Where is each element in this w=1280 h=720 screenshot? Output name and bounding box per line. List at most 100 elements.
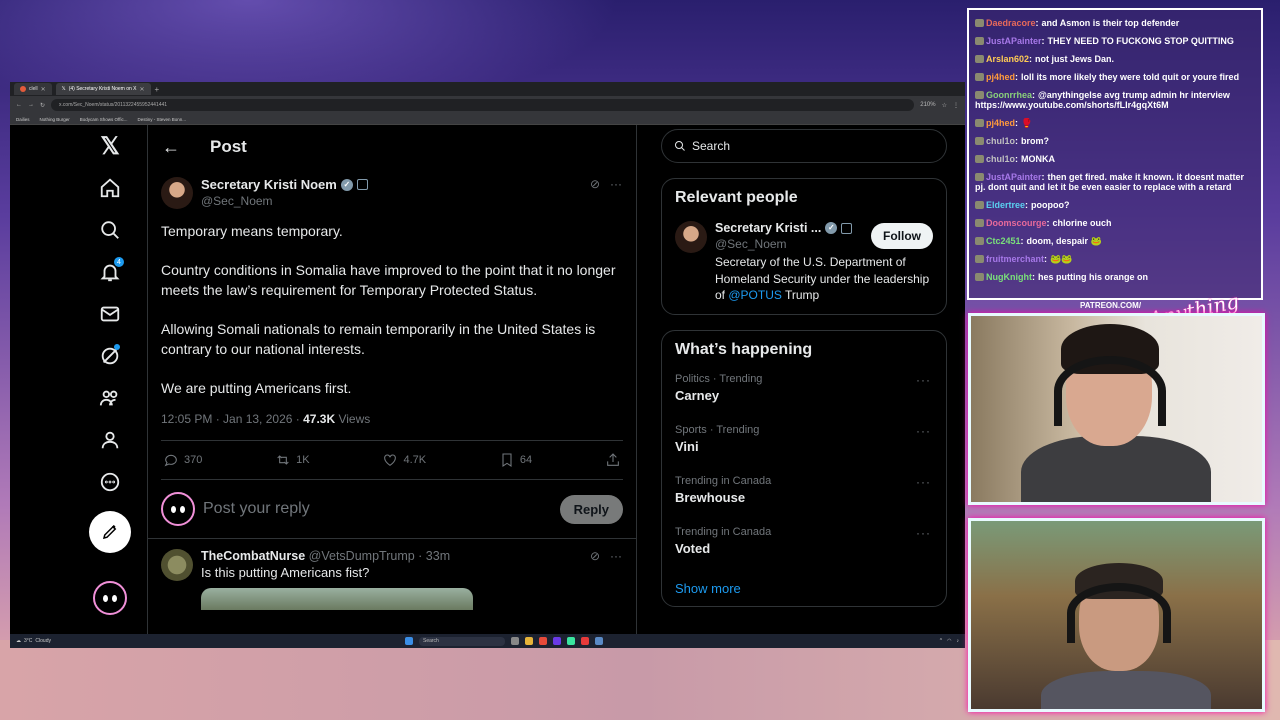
bookmark-item[interactable]: Dailies bbox=[16, 117, 30, 122]
trend-item[interactable]: Trending in Canada Brewhouse ··· bbox=[675, 475, 933, 526]
verified-badge-icon: ✓ bbox=[825, 222, 838, 234]
bookmark-button[interactable]: 64 bbox=[499, 452, 532, 468]
back-icon[interactable]: ← bbox=[16, 102, 22, 108]
explore-icon[interactable] bbox=[89, 209, 131, 251]
profile-icon[interactable] bbox=[89, 419, 131, 461]
chat-username[interactable]: Doomscourge bbox=[986, 218, 1047, 228]
reply-author-avatar[interactable] bbox=[161, 549, 193, 581]
more-options-icon[interactable]: ··· bbox=[610, 177, 622, 191]
app-icon[interactable] bbox=[567, 637, 575, 645]
tweet-time[interactable]: 12:05 PM · Jan 13, 2026 · bbox=[161, 412, 300, 426]
bookmark-item[interactable]: Bodycam Shows Offic... bbox=[80, 117, 128, 122]
chat-username[interactable]: Goonrrhea bbox=[986, 90, 1032, 100]
chat-username[interactable]: NugKnight bbox=[986, 272, 1032, 282]
chat-username[interactable]: Ctc2451 bbox=[986, 236, 1021, 246]
repost-button[interactable]: 1K bbox=[275, 452, 310, 468]
reply-input[interactable]: Post your reply bbox=[203, 500, 552, 518]
weather-widget[interactable]: ☁ 3°C Cloudy bbox=[16, 638, 51, 644]
grok-explain-icon[interactable]: ⊘ bbox=[590, 549, 600, 563]
app-icon[interactable] bbox=[553, 637, 561, 645]
chat-username[interactable]: JustAPainter bbox=[986, 172, 1042, 182]
author-name[interactable]: Secretary Kristi Noem bbox=[201, 177, 337, 192]
chat-badge-icon bbox=[975, 136, 984, 145]
browser-tab[interactable]: clell ✕ bbox=[14, 83, 52, 95]
start-icon[interactable] bbox=[405, 637, 413, 645]
zoom-level[interactable]: 210% bbox=[920, 102, 935, 108]
chat-message: chul1o: MONKA bbox=[975, 154, 1257, 165]
trend-more-icon[interactable]: ··· bbox=[916, 424, 931, 438]
potus-link[interactable]: @POTUS bbox=[728, 288, 782, 302]
x-logo-icon[interactable]: 𝕏 bbox=[89, 125, 131, 167]
star-icon[interactable]: ☆ bbox=[942, 102, 947, 109]
left-nav: 𝕏 4 bbox=[72, 125, 148, 634]
trend-more-icon[interactable]: ··· bbox=[916, 526, 931, 540]
wifi-icon[interactable]: ◠ bbox=[947, 638, 951, 644]
back-arrow-icon[interactable]: ← bbox=[162, 137, 180, 158]
trend-item[interactable]: Sports · Trending Vini ··· bbox=[675, 424, 933, 475]
grok-icon[interactable] bbox=[89, 335, 131, 377]
forward-icon[interactable]: → bbox=[28, 102, 34, 108]
share-button[interactable] bbox=[605, 452, 621, 468]
bookmark-item[interactable]: Nothing Burger bbox=[40, 117, 70, 122]
chat-username[interactable]: chul1o bbox=[986, 154, 1015, 164]
chat-badge-icon bbox=[975, 19, 984, 27]
account-avatar[interactable] bbox=[93, 581, 127, 615]
close-tab-icon[interactable]: ✕ bbox=[41, 86, 46, 93]
more-icon[interactable] bbox=[89, 461, 131, 503]
reply-text: Is this putting Americans fist? bbox=[201, 565, 370, 580]
chat-username[interactable]: Arslan602 bbox=[986, 54, 1029, 64]
bookmark-item[interactable]: Destiny - Steven Bonn... bbox=[137, 117, 186, 122]
communities-icon[interactable] bbox=[89, 377, 131, 419]
taskbar-search[interactable]: Search bbox=[419, 636, 505, 646]
reload-icon[interactable]: ↻ bbox=[40, 102, 45, 109]
trend-item[interactable]: Politics · Trending Carney ··· bbox=[675, 373, 933, 424]
chrome-icon[interactable] bbox=[581, 637, 589, 645]
chat-username[interactable]: JustAPainter bbox=[986, 36, 1042, 46]
compose-post-button[interactable] bbox=[89, 511, 131, 553]
trend-more-icon[interactable]: ··· bbox=[916, 373, 931, 387]
trend-more-icon[interactable]: ··· bbox=[916, 475, 931, 489]
author-handle[interactable]: @Sec_Noem bbox=[201, 194, 368, 208]
reply-author-name[interactable]: TheCombatNurse bbox=[201, 549, 305, 563]
show-more-link[interactable]: Show more bbox=[675, 577, 933, 600]
chat-text: and Asmon is their top defender bbox=[1041, 18, 1180, 28]
follow-button[interactable]: Follow bbox=[871, 223, 933, 249]
messages-icon[interactable] bbox=[89, 293, 131, 335]
tweet-body: Temporary means temporary. Country condi… bbox=[148, 209, 636, 398]
tray-chevron-icon[interactable]: ^ bbox=[940, 638, 942, 644]
chat-username[interactable]: Daedracore bbox=[986, 18, 1036, 28]
new-tab-icon[interactable]: + bbox=[155, 85, 160, 94]
chat-text: 🐸🐸 bbox=[1050, 253, 1073, 264]
weather-icon: ☁ bbox=[16, 638, 21, 644]
file-explorer-icon[interactable] bbox=[525, 637, 533, 645]
task-view-icon[interactable] bbox=[511, 637, 519, 645]
volume-icon[interactable]: ♪ bbox=[957, 638, 960, 644]
browser-tab-active[interactable]: 𝕏 (4) Secretary Kristi Noem on X ✕ bbox=[55, 83, 151, 95]
chat-username[interactable]: pj4hed bbox=[986, 72, 1015, 82]
close-tab-icon[interactable]: ✕ bbox=[140, 86, 145, 93]
chat-username[interactable]: Eldertree bbox=[986, 200, 1025, 210]
reply-image[interactable] bbox=[201, 588, 473, 610]
notifications-icon[interactable]: 4 bbox=[89, 251, 131, 293]
grok-explain-icon[interactable]: ⊘ bbox=[590, 177, 600, 191]
reply-button[interactable]: 370 bbox=[163, 452, 202, 468]
chat-username[interactable]: chul1o bbox=[986, 136, 1015, 146]
more-options-icon[interactable]: ··· bbox=[610, 549, 622, 563]
reply-post[interactable]: TheCombatNurse @VetsDumpTrump · 33m Is t… bbox=[148, 539, 636, 620]
steam-icon[interactable] bbox=[595, 637, 603, 645]
chat-username[interactable]: fruitmerchant bbox=[986, 254, 1044, 264]
home-icon[interactable] bbox=[89, 167, 131, 209]
search-input[interactable]: Search bbox=[661, 129, 947, 163]
person-avatar[interactable] bbox=[675, 221, 707, 253]
relevant-person[interactable]: Secretary Kristi ... ✓ @Sec_Noem Secretar… bbox=[675, 221, 933, 304]
reply-submit-button[interactable]: Reply bbox=[559, 494, 623, 524]
url-field[interactable]: x.com/Sec_Noem/status/201132245595244144… bbox=[51, 99, 915, 111]
person-name[interactable]: Secretary Kristi ... bbox=[715, 221, 821, 235]
trend-item[interactable]: Trending in Canada Voted ··· bbox=[675, 526, 933, 577]
app-icon[interactable] bbox=[539, 637, 547, 645]
reply-author-handle[interactable]: @VetsDumpTrump · 33m bbox=[309, 549, 450, 563]
menu-icon[interactable]: ⋮ bbox=[953, 102, 959, 109]
author-avatar[interactable] bbox=[161, 177, 193, 209]
chat-username[interactable]: pj4hed bbox=[986, 118, 1015, 128]
like-button[interactable]: 4.7K bbox=[382, 452, 426, 468]
